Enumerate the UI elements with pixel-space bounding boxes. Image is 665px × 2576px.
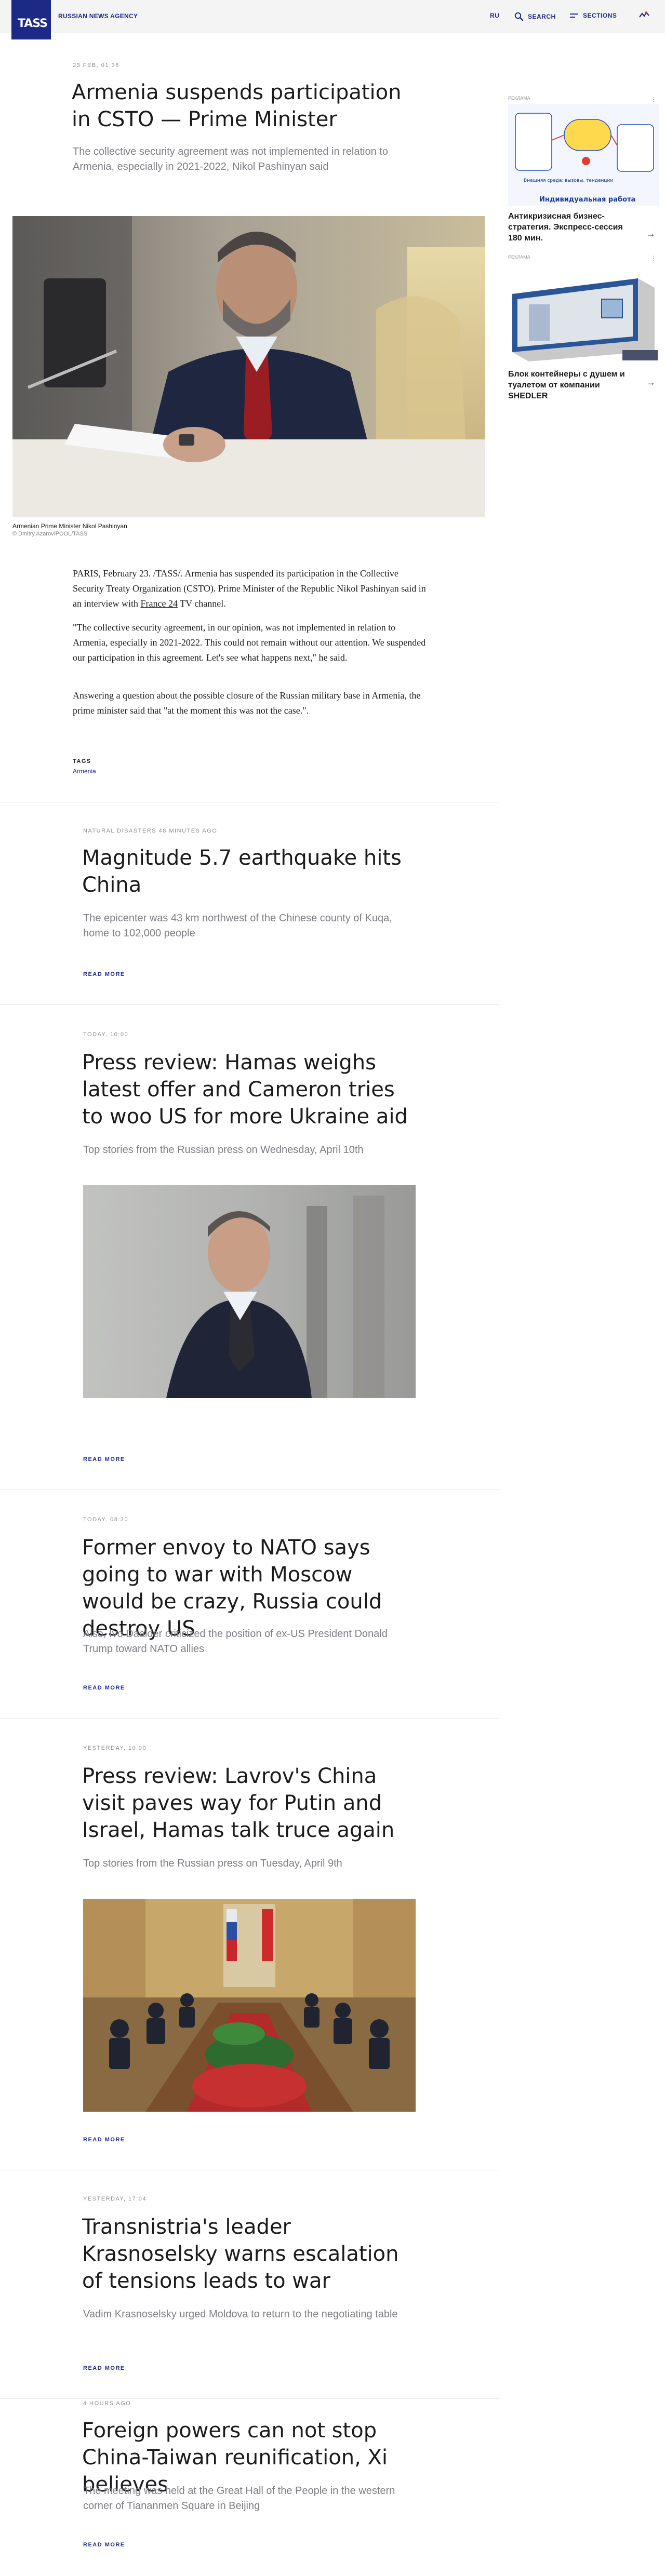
- france24-link[interactable]: France 24: [140, 598, 177, 609]
- card-lead: The epicenter was 43 km northwest of the…: [83, 913, 392, 939]
- ad-caption[interactable]: Блок контейнеры с душем и туалетом от ко…: [508, 369, 628, 401]
- special-project-link[interactable]: [639, 10, 650, 21]
- card-lead: Top stories from the Russian press on Tu…: [83, 1858, 342, 1869]
- ad-diagram-text: Внешняя среда: вызовы, тенденции: [524, 178, 613, 183]
- ad-block[interactable]: РЕКЛАМА ⋮ Блок контейнеры с душем и туал…: [508, 254, 659, 401]
- article-photo: [12, 216, 485, 517]
- card-meta: YESTERDAY, 17:04: [83, 2196, 147, 2202]
- ad-block[interactable]: РЕКЛАМА ⋮ Внешняя среда: вызовы, тенденц…: [508, 96, 659, 244]
- ad-image[interactable]: [508, 263, 659, 364]
- ad-options-icon[interactable]: ⋮: [650, 96, 657, 103]
- search-label: SEARCH: [528, 13, 556, 20]
- photo-caption: Armenian Prime Minister Nikol Pashinyan: [12, 522, 127, 530]
- card-lead: The meeting was held at the Great Hall o…: [83, 2485, 395, 2512]
- card-meta: NATURAL DISASTERS 48 MINUTES AGO: [83, 828, 218, 834]
- language-label: RU: [490, 12, 500, 19]
- menu-icon: [570, 14, 578, 18]
- divider: [0, 2398, 499, 2399]
- ad-image[interactable]: Внешняя среда: вызовы, тенденции Индивид…: [508, 104, 659, 206]
- search-button[interactable]: SEARCH: [514, 12, 556, 21]
- pashinyan-photo: [12, 216, 485, 517]
- lavrov-meeting-photo[interactable]: [83, 1899, 416, 2112]
- article-paragraph: Answering a question about the possible …: [73, 690, 421, 716]
- arrow-right-icon[interactable]: →: [646, 229, 656, 239]
- ad-diagram-title: Индивидуальная работа: [539, 196, 635, 204]
- read-more-link[interactable]: READ MORE: [83, 2365, 125, 2371]
- ad-options-icon[interactable]: ⋮: [650, 254, 657, 262]
- read-more-link[interactable]: READ MORE: [83, 1456, 125, 1463]
- card-meta: YESTERDAY, 10:00: [83, 1745, 147, 1751]
- agency-name: RUSSIAN NEWS AGENCY: [58, 12, 138, 20]
- tag-armenia[interactable]: Armenia: [73, 768, 96, 775]
- card-title[interactable]: Press review: Hamas weighs latest offer …: [82, 1049, 415, 1130]
- sections-label: SECTIONS: [583, 12, 617, 19]
- card-title[interactable]: Former envoy to NATO says going to war w…: [82, 1534, 415, 1642]
- article-paragraph: PARIS, February 23. /TASS/. Armenia has …: [73, 566, 426, 611]
- brand-mark-icon: [639, 11, 649, 18]
- article-title: Armenia suspends participation in CSTO —…: [72, 81, 402, 131]
- cameron-photo[interactable]: [83, 1185, 416, 1398]
- ad-caption[interactable]: Антикризисная бизнес-стратегия. Экспресс…: [508, 211, 628, 244]
- card-title[interactable]: Transnistria's leader Krasnoselsky warns…: [82, 2213, 415, 2295]
- card-meta: TODAY, 10:00: [83, 1031, 129, 1038]
- divider: [0, 1718, 499, 1719]
- card-meta: 4 HOURS AGO: [83, 2400, 131, 2407]
- read-more-link[interactable]: READ MORE: [83, 1685, 125, 1691]
- ad-label: РЕКЛАМА: [508, 254, 530, 260]
- card-meta: TODAY, 08:20: [83, 1517, 129, 1523]
- article-date: 23 FEB, 01:36: [73, 62, 119, 69]
- card-title[interactable]: Magnitude 5.7 earthquake hits China: [82, 844, 415, 898]
- article-paragraph: "The collective security agreement, in o…: [73, 622, 426, 663]
- paragraph-text: TV channel.: [177, 598, 226, 609]
- card-lead: Top stories from the Russian press on We…: [83, 1144, 364, 1156]
- card-title[interactable]: Press review: Lavrov's China visit paves…: [82, 1763, 415, 1844]
- tass-logo[interactable]: TASS: [11, 0, 51, 39]
- language-switch-ru[interactable]: RU: [490, 12, 499, 19]
- card-lead: Vadim Krasnoselsky urged Moldova to retu…: [83, 2309, 398, 2320]
- card-lead: Also, Ivo Daalder criticized the positio…: [83, 1628, 388, 1655]
- search-icon: [514, 12, 524, 21]
- read-more-link[interactable]: READ MORE: [83, 971, 125, 977]
- ad-label: РЕКЛАМА: [508, 96, 530, 101]
- divider: [0, 1004, 499, 1005]
- article-lead: The collective security agreement was no…: [73, 146, 388, 172]
- sections-menu-button[interactable]: SECTIONS: [569, 12, 617, 19]
- photo-credit: © Dmitry Azarov/POOL/TASS: [12, 531, 88, 537]
- read-more-link[interactable]: READ MORE: [83, 2542, 125, 2548]
- tags-heading: TAGS: [73, 758, 91, 764]
- paragraph-text: PARIS, February 23. /TASS/. Armenia has …: [73, 568, 426, 609]
- site-header: TASS RUSSIAN NEWS AGENCY RU SEARCH SECTI…: [0, 0, 665, 39]
- read-more-link[interactable]: READ MORE: [83, 2137, 125, 2143]
- arrow-right-icon[interactable]: →: [646, 377, 656, 388]
